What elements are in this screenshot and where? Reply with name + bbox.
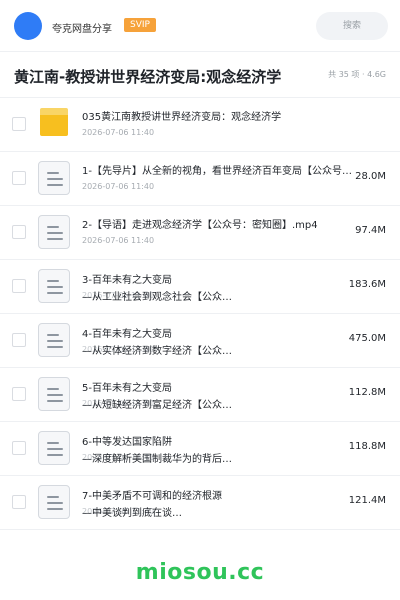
- file-name: 3-百年未有之大变局 —从工业社会到观念社会【公众…: [82, 272, 342, 306]
- file-date: 2026-07-06 11:40: [82, 128, 155, 137]
- select-checkbox[interactable]: [12, 279, 26, 293]
- search-input[interactable]: 搜索: [316, 12, 388, 40]
- file-name: 7-中美矛盾不可调和的经济根源 —中美谈判到底在谈…: [82, 488, 342, 522]
- document-icon: [38, 161, 70, 195]
- file-name-line-1: 5-百年未有之大变局: [82, 383, 172, 394]
- list-item[interactable]: 2026-07-06 11:40 5-百年未有之大变局 —从短缺经济到富足经济【…: [0, 368, 400, 422]
- file-name-line-1: 7-中美矛盾不可调和的经济根源: [82, 491, 222, 502]
- share-title-bar: 黄江南-教授讲世界经济变局:观念经济学 共 35 项 · 4.6G: [0, 52, 400, 98]
- document-icon: [38, 431, 70, 465]
- file-name: 4-百年未有之大变局 —从实体经济到数字经济【公众…: [82, 326, 342, 360]
- document-icon: [38, 485, 70, 519]
- file-name: 035黄江南教授讲世界经济变局：观念经济学: [82, 112, 282, 123]
- file-name-line-2: —从短缺经济到富足经济【公众…: [82, 400, 232, 411]
- folder-icon: [38, 107, 70, 141]
- select-checkbox[interactable]: [12, 333, 26, 347]
- watermark: miosou.cc: [135, 560, 265, 585]
- top-bar: 夸克网盘分享 SVIP 搜索: [0, 0, 400, 52]
- file-size: 97.4M: [355, 225, 386, 236]
- file-name-line-2: —从工业社会到观念社会【公众…: [82, 292, 232, 303]
- file-name-line-2: —从实体经济到数字经济【公众…: [82, 346, 232, 357]
- username: 夸克网盘分享: [52, 24, 112, 35]
- document-icon: [38, 377, 70, 411]
- list-item[interactable]: 2026-07-06 11:40 4-百年未有之大变局 —从实体经济到数字经济【…: [0, 314, 400, 368]
- file-name: 2-【导语】走进观念经济学【公众号：密知圈】.mp4: [82, 220, 318, 231]
- file-name: 1-【先导片】从全新的视角，看世界经济百年变局【公众号：密知圈】.mp4: [82, 166, 352, 177]
- file-name-line-1: 6-中等发达国家陷阱: [82, 437, 172, 448]
- svip-badge: SVIP: [124, 18, 156, 32]
- select-checkbox[interactable]: [12, 495, 26, 509]
- file-size: 475.0M: [348, 333, 386, 344]
- document-icon: [38, 323, 70, 357]
- file-name-line-2: —深度解析美国制裁华为的背后…: [82, 454, 232, 465]
- file-name: 6-中等发达国家陷阱 —深度解析美国制裁华为的背后…: [82, 434, 342, 468]
- list-item[interactable]: 2-【导语】走进观念经济学【公众号：密知圈】.mp4 2026-07-06 11…: [0, 206, 400, 260]
- avatar[interactable]: [14, 12, 42, 40]
- share-summary: 共 35 项 · 4.6G: [328, 70, 386, 79]
- file-name-line-1: 4-百年未有之大变局: [82, 329, 172, 340]
- file-date: 2026-07-06 11:40: [82, 182, 155, 191]
- file-date: 2026-07-06 11:40: [82, 236, 155, 245]
- select-checkbox[interactable]: [12, 117, 26, 131]
- select-checkbox[interactable]: [12, 441, 26, 455]
- file-name-line-1: 3-百年未有之大变局: [82, 275, 172, 286]
- file-name-line-2: —中美谈判到底在谈…: [82, 508, 182, 519]
- select-checkbox[interactable]: [12, 387, 26, 401]
- file-size: 121.4M: [348, 495, 386, 506]
- file-list: 035黄江南教授讲世界经济变局：观念经济学 2026-07-06 11:40 1…: [0, 98, 400, 530]
- list-item[interactable]: 2026-07-06 11:40 3-百年未有之大变局 —从工业社会到观念社会【…: [0, 260, 400, 314]
- list-item[interactable]: 1-【先导片】从全新的视角，看世界经济百年变局【公众号：密知圈】.mp4 202…: [0, 152, 400, 206]
- document-icon: [38, 215, 70, 249]
- list-item[interactable]: 2026-07-06 11:40 6-中等发达国家陷阱 —深度解析美国制裁华为的…: [0, 422, 400, 476]
- file-name: 5-百年未有之大变局 —从短缺经济到富足经济【公众…: [82, 380, 342, 414]
- select-checkbox[interactable]: [12, 225, 26, 239]
- file-size: 118.8M: [348, 441, 386, 452]
- file-size: 183.6M: [348, 279, 386, 290]
- document-icon: [38, 269, 70, 303]
- file-size: 28.0M: [355, 171, 386, 182]
- page-title: 黄江南-教授讲世界经济变局:观念经济学: [14, 68, 282, 86]
- list-item[interactable]: 035黄江南教授讲世界经济变局：观念经济学 2026-07-06 11:40: [0, 98, 400, 152]
- file-size: 112.8M: [348, 387, 386, 398]
- select-checkbox[interactable]: [12, 171, 26, 185]
- list-item[interactable]: 2026-07-06 11:40 7-中美矛盾不可调和的经济根源 —中美谈判到底…: [0, 476, 400, 530]
